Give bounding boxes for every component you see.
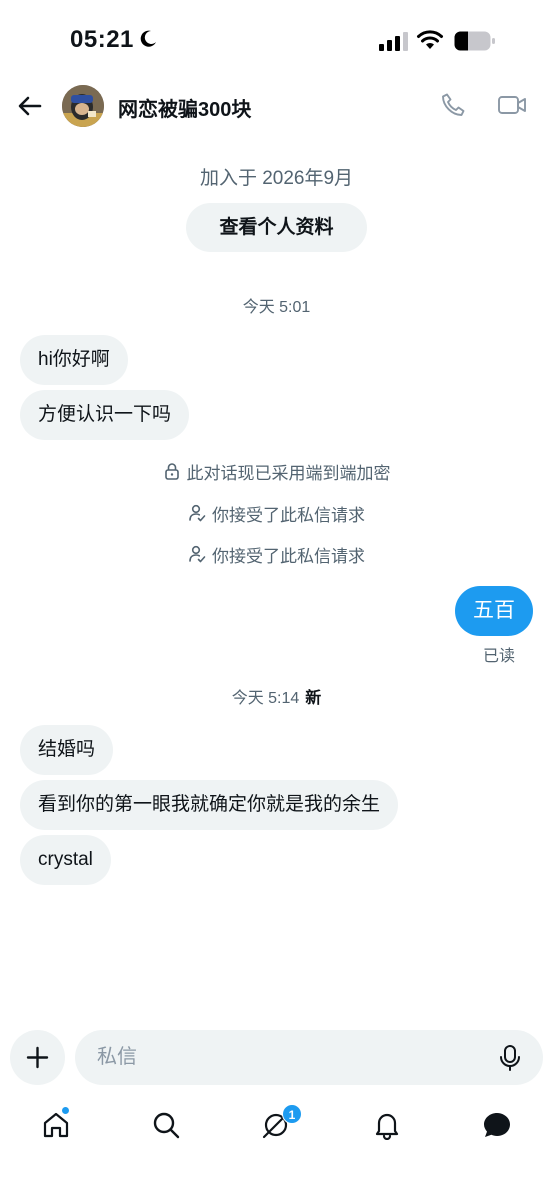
conversation-header: 网恋被骗300块 [0, 80, 553, 132]
mic-icon[interactable] [497, 1044, 523, 1072]
signal-icon [379, 32, 408, 51]
status-bar: 05:21 [0, 0, 553, 80]
bottom-navigation: 1 [0, 1096, 553, 1156]
add-media-button[interactable] [10, 1030, 65, 1085]
moon-icon [140, 30, 156, 47]
system-note-text: 你接受了此私信请求 [212, 505, 365, 525]
system-note-text: 你接受了此私信请求 [212, 546, 365, 566]
message-bubble-incoming[interactable]: hi你好啊 [20, 335, 128, 385]
search-icon[interactable] [151, 1110, 181, 1140]
phone-icon[interactable] [440, 92, 466, 118]
status-time: 05:21 [70, 26, 134, 53]
view-profile-button[interactable]: 查看个人资料 [186, 203, 367, 252]
wifi-icon [417, 30, 443, 49]
message-bubble-incoming[interactable]: 方便认识一下吗 [20, 390, 190, 440]
plus-icon [26, 1046, 49, 1069]
timestamp-new: 今天 5:14 新 [0, 684, 553, 708]
notification-badge: 1 [282, 1104, 302, 1124]
timestamp: 今天 5:01 [242, 299, 311, 316]
encryption-notice: 此对话现已采用端到端加密 [0, 460, 553, 483]
message-bubble-outgoing[interactable]: 五百 [455, 586, 533, 636]
video-icon[interactable] [497, 92, 527, 118]
new-label: 新 [305, 690, 322, 707]
message-bubble-incoming[interactable]: 看到你的第一眼我就确定你就是我的余生 [20, 780, 399, 830]
back-arrow-icon[interactable] [14, 90, 46, 122]
home-notification-dot [61, 1106, 70, 1115]
messages-icon[interactable] [482, 1110, 512, 1140]
message-bubble-incoming[interactable]: 结婚吗 [20, 725, 114, 775]
person-check-icon [189, 504, 206, 522]
message-composer [75, 1030, 543, 1085]
conversation-title[interactable]: 网恋被骗300块 [118, 93, 251, 122]
message-bubble-incoming[interactable]: crystal [20, 835, 111, 885]
battery-icon [454, 31, 495, 51]
avatar-image [62, 85, 104, 127]
avatar[interactable] [62, 85, 104, 127]
person-check-icon [189, 545, 206, 563]
request-accepted-notice: 你接受了此私信请求 [0, 543, 553, 566]
lock-icon [164, 463, 179, 480]
timestamp: 今天 5:14 [231, 690, 300, 707]
read-receipt: 已读 [482, 648, 515, 665]
notifications-icon[interactable] [372, 1110, 402, 1140]
message-input[interactable] [97, 1030, 477, 1085]
request-accepted-notice: 你接受了此私信请求 [0, 502, 553, 525]
joined-date: 加入于 2026年9月 [199, 168, 354, 189]
system-note-text: 此对话现已采用端到端加密 [186, 463, 391, 483]
